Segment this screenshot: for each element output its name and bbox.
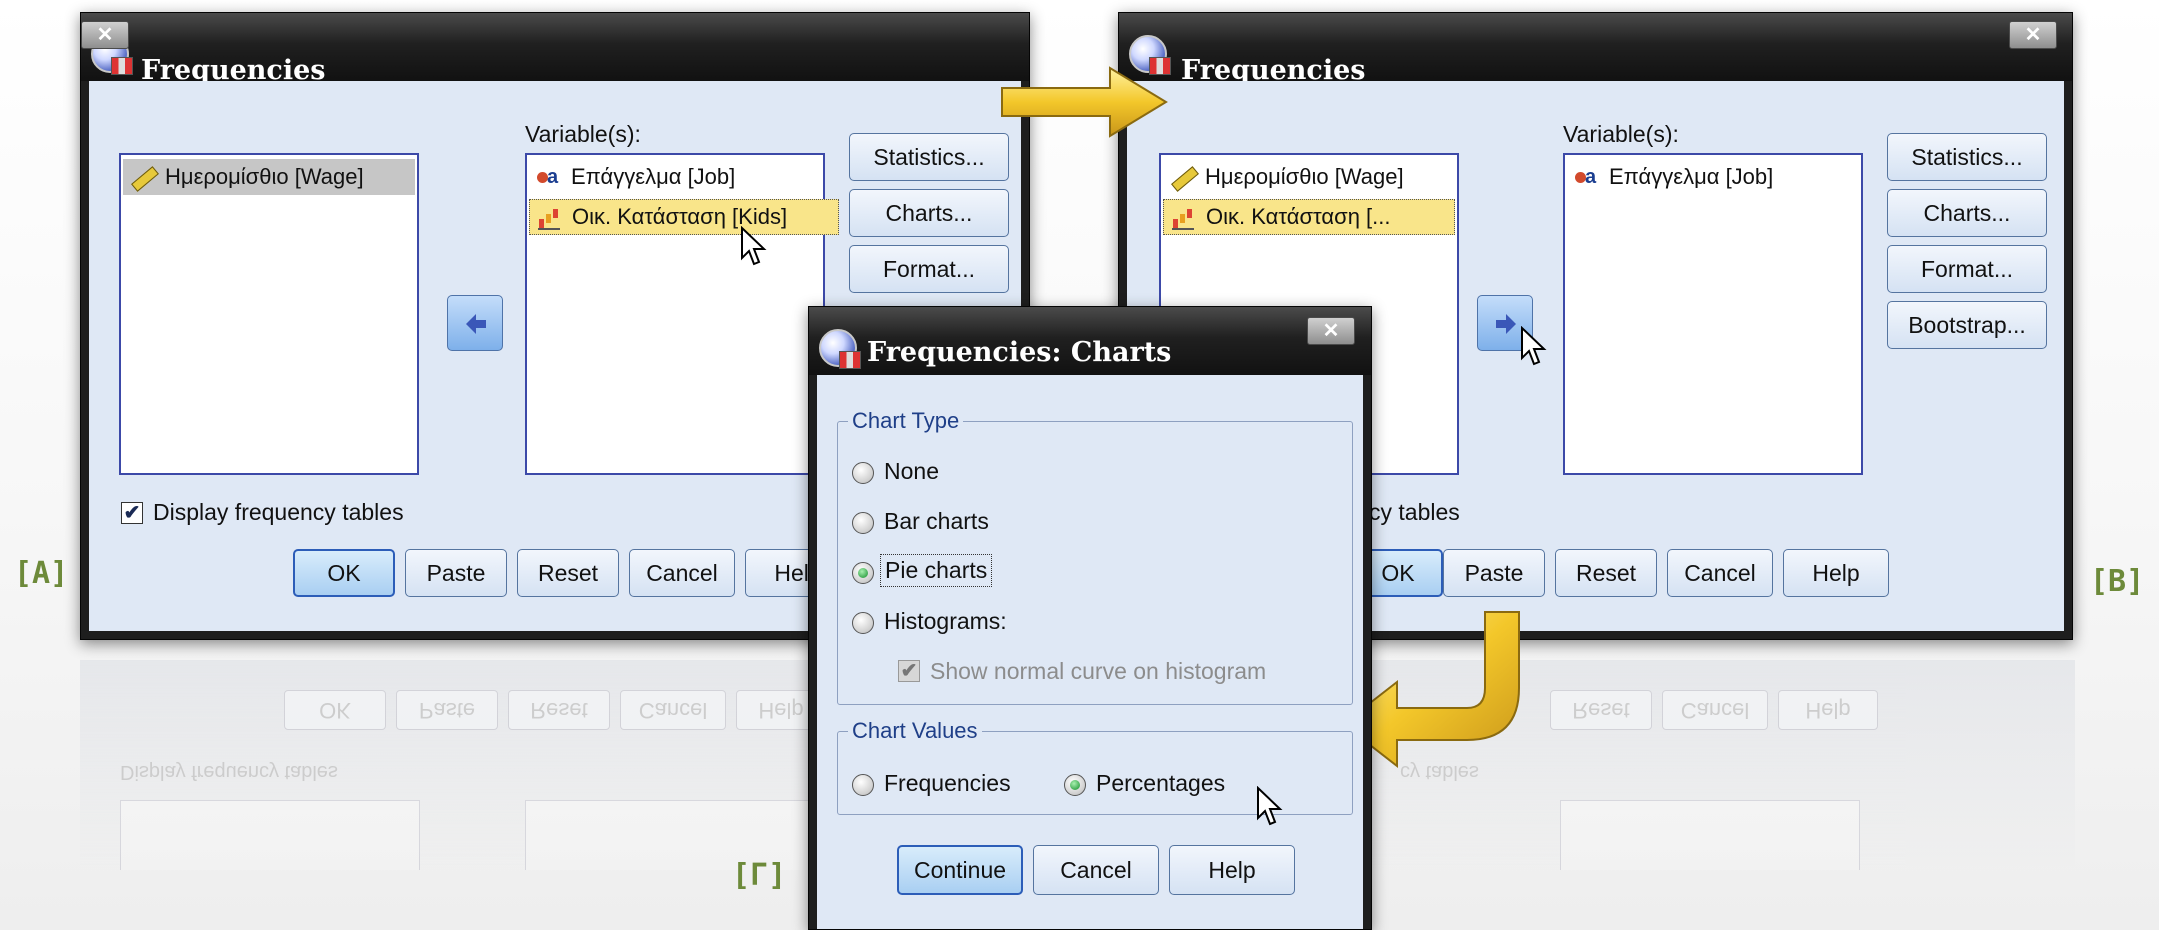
- radio-pie-charts-label: Pie charts: [880, 554, 993, 587]
- list-item-label: Οικ. Κατάσταση [...: [1206, 204, 1391, 229]
- target-variable-list[interactable]: Επάγγελμα [Job] Οικ. Κατάσταση [Kids]: [525, 153, 839, 475]
- arrow-left-icon: [466, 314, 486, 334]
- radio-none-label: None: [884, 458, 939, 484]
- display-frequency-tables-label: cy tables: [1369, 499, 1460, 525]
- bootstrap-button[interactable]: Bootstrap...: [1887, 301, 2047, 349]
- reflected-display-label: Display frequency tables: [120, 761, 338, 783]
- continue-button[interactable]: Continue: [897, 845, 1023, 895]
- source-variable-list[interactable]: Ημερομίσθιο [Wage]: [119, 153, 419, 475]
- format-button[interactable]: Format...: [849, 245, 1009, 293]
- radio-frequencies[interactable]: [852, 774, 874, 796]
- list-item-label: Ημερομίσθιο [Wage]: [165, 164, 364, 189]
- list-item-wage[interactable]: Ημερομίσθιο [Wage]: [123, 159, 415, 195]
- chart-values-label: Chart Values: [848, 718, 982, 744]
- list-item-kids[interactable]: Οικ. Κατάσταση [...: [1163, 199, 1455, 235]
- ordinal-icon: [536, 204, 564, 230]
- panel-letter-b: [B]: [2090, 564, 2145, 599]
- close-button[interactable]: ✕: [81, 21, 129, 49]
- display-frequency-tables-label: Display frequency tables: [153, 499, 404, 525]
- normal-curve-checkbox: ✔: [898, 660, 920, 682]
- reset-button[interactable]: Reset: [1555, 549, 1657, 597]
- nominal-icon: [535, 164, 563, 190]
- radio-bar-charts-label: Bar charts: [884, 508, 989, 534]
- charts-button[interactable]: Charts...: [1887, 189, 2047, 237]
- reflected-reset: Reset: [508, 690, 610, 730]
- radio-histograms[interactable]: [852, 612, 874, 634]
- reflected-cancel: Cancel: [620, 690, 726, 730]
- radio-bar-charts[interactable]: [852, 512, 874, 534]
- dialog-body: Chart Type None Bar charts Pie charts Hi…: [817, 375, 1363, 929]
- variables-label: Variable(s):: [1563, 121, 1679, 147]
- display-frequency-tables-checkbox[interactable]: ✔: [121, 502, 143, 524]
- cancel-button[interactable]: Cancel: [1667, 549, 1773, 597]
- radio-percentages-label: Percentages: [1096, 770, 1226, 796]
- scale-icon: [129, 164, 157, 190]
- flow-arrow-right-icon: [1001, 66, 1168, 138]
- nominal-icon: [1573, 164, 1601, 190]
- normal-curve-label: Show normal curve on histogram: [930, 658, 1267, 684]
- mouse-cursor-icon: [741, 226, 767, 266]
- radio-histograms-label: Histograms:: [884, 608, 1007, 634]
- ok-button[interactable]: OK: [293, 549, 395, 597]
- statistics-button[interactable]: Statistics...: [849, 133, 1009, 181]
- reflected-cancel-b: Cancel: [1662, 690, 1768, 730]
- charts-button[interactable]: Charts...: [849, 189, 1009, 237]
- spss-app-icon: [819, 329, 861, 369]
- frequencies-charts-dialog: Frequencies: Charts ✕ Chart Type None Ba…: [808, 306, 1372, 930]
- variables-label: Variable(s):: [525, 121, 641, 147]
- close-button[interactable]: ✕: [1307, 317, 1355, 345]
- format-button[interactable]: Format...: [1887, 245, 2047, 293]
- mouse-cursor-icon: [1521, 326, 1547, 366]
- reflected-ok: OK: [284, 690, 386, 730]
- reflected-reset-b: Reset: [1550, 690, 1652, 730]
- chart-type-label: Chart Type: [848, 408, 964, 434]
- reset-button[interactable]: Reset: [517, 549, 619, 597]
- panel-letter-a: [A]: [14, 556, 69, 591]
- dialog-title: Frequencies: Charts: [867, 337, 1172, 368]
- help-button[interactable]: Help: [1783, 549, 1889, 597]
- list-item-label: Ημερομίσθιο [Wage]: [1205, 164, 1404, 189]
- paste-button[interactable]: Paste: [1443, 549, 1545, 597]
- close-button[interactable]: ✕: [2009, 21, 2057, 49]
- help-button[interactable]: Help: [1169, 845, 1295, 895]
- ordinal-icon: [1170, 204, 1198, 230]
- chart-type-group: Chart Type None Bar charts Pie charts Hi…: [837, 408, 1353, 705]
- reflected-paste: Paste: [396, 690, 498, 730]
- reflected-listbox: [120, 800, 420, 870]
- radio-frequencies-label: Frequencies: [884, 770, 1011, 796]
- radio-percentages[interactable]: [1064, 774, 1086, 796]
- target-variable-list[interactable]: Επάγγελμα [Job]: [1563, 153, 1863, 475]
- list-item-kids[interactable]: Οικ. Κατάσταση [Kids]: [529, 199, 839, 235]
- arrow-right-icon: [1496, 314, 1516, 334]
- cancel-button[interactable]: Cancel: [629, 549, 735, 597]
- reflected-listbox: [1560, 800, 1860, 870]
- list-item-job[interactable]: Επάγγελμα [Job]: [529, 159, 821, 195]
- mouse-cursor-icon: [1257, 786, 1283, 826]
- panel-letter-g: [Γ]: [732, 858, 787, 893]
- reflected-help-b: Help: [1778, 690, 1878, 730]
- scale-icon: [1169, 164, 1197, 190]
- list-item-label: Επάγγελμα [Job]: [571, 164, 736, 189]
- cancel-button[interactable]: Cancel: [1033, 845, 1159, 895]
- paste-button[interactable]: Paste: [405, 549, 507, 597]
- statistics-button[interactable]: Statistics...: [1887, 133, 2047, 181]
- list-item-wage[interactable]: Ημερομίσθιο [Wage]: [1163, 159, 1455, 195]
- radio-none[interactable]: [852, 462, 874, 484]
- list-item-job[interactable]: Επάγγελμα [Job]: [1567, 159, 1859, 195]
- move-left-arrow-button[interactable]: [447, 295, 503, 351]
- radio-pie-charts[interactable]: [852, 562, 874, 584]
- list-item-label: Επάγγελμα [Job]: [1609, 164, 1774, 189]
